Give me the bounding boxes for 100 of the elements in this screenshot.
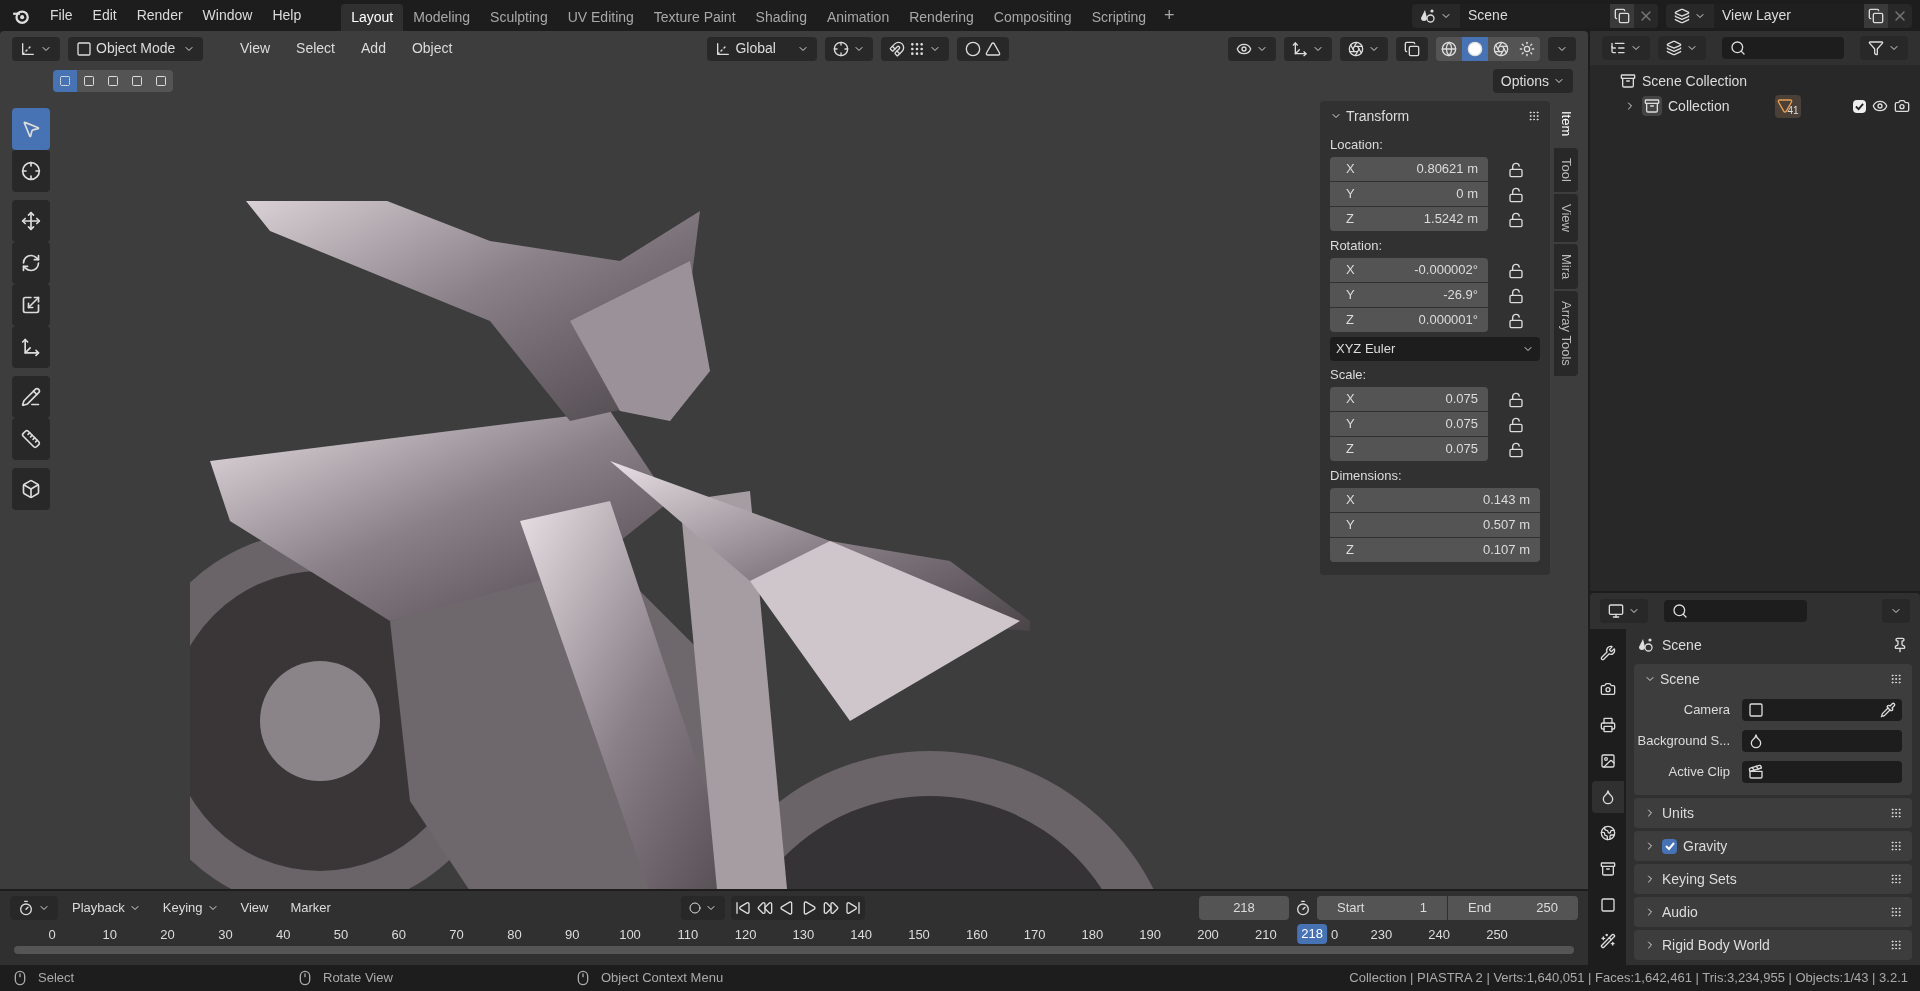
number-field[interactable]: Y 0.075 [1330,412,1488,436]
unlock-icon[interactable] [1508,287,1524,304]
object-field[interactable] [1742,729,1902,752]
timeline-menu[interactable]: Keying [154,895,227,920]
jump-end-icon[interactable] [844,899,861,916]
workspace-tab[interactable]: Compositing [983,4,1082,31]
sidebar-tab[interactable]: Array Tools [1554,291,1578,377]
number-field[interactable]: X 0.143 m [1330,488,1540,512]
editor-type-button[interactable] [1602,36,1650,60]
add-workspace-button[interactable]: + [1156,2,1183,29]
camera-icon[interactable] [1894,98,1910,114]
checkbox[interactable] [1853,99,1866,113]
filter-dropdown[interactable] [1860,36,1908,60]
viewport-menu[interactable]: View [231,36,280,61]
playhead[interactable]: 218 [1297,924,1327,944]
xray-button[interactable] [1396,36,1428,61]
workspace-tab[interactable]: Sculpting [480,4,558,31]
view-layer-selector[interactable]: View Layer [1666,3,1912,28]
editor-type-button[interactable] [1600,599,1648,623]
overlay-dropdown[interactable] [1340,36,1388,61]
sidebar-tab[interactable]: View [1554,194,1578,243]
workspace-tab[interactable]: Scripting [1081,4,1157,31]
workspace-tab[interactable]: Texture Paint [643,4,746,31]
checkbox[interactable] [1662,838,1677,854]
number-field[interactable]: X -0.000002° [1330,258,1488,282]
jump-start-icon[interactable] [734,899,751,916]
tool-button[interactable] [12,326,50,368]
pivot-dropdown[interactable] [825,36,874,61]
display-mode-dropdown[interactable] [1658,36,1706,60]
menu-item[interactable]: File [40,2,83,29]
tool-button[interactable] [12,200,50,242]
menu-item[interactable]: Edit [82,2,127,29]
copy-icon[interactable] [1868,7,1884,24]
collapsed-panel[interactable]: Keying Sets [1634,864,1912,894]
editor-type-button[interactable] [10,895,58,920]
collapsed-panel[interactable]: Gravity [1634,831,1912,861]
properties-tab[interactable] [1592,781,1624,813]
sidebar-tab[interactable]: Tool [1554,148,1578,193]
number-field[interactable]: Y 0.507 m [1330,513,1540,537]
shading-mode-button[interactable] [1462,36,1488,61]
tool-button[interactable] [12,150,50,192]
snap-dropdown[interactable] [881,36,950,61]
eye-icon[interactable] [1872,98,1888,114]
timeline-menu[interactable]: Playback [64,895,149,920]
unlock-icon[interactable] [1508,186,1524,203]
unlock-icon[interactable] [1508,211,1524,228]
workspace-tab[interactable]: Layout [341,4,404,31]
number-field[interactable]: Z 1.5242 m [1330,207,1488,231]
number-field[interactable]: Z 0.107 m [1330,538,1540,562]
start-frame-field[interactable]: Start 1 [1317,895,1447,920]
tool-button[interactable] [12,376,50,418]
play-reverse-icon[interactable] [778,899,795,916]
pin-icon[interactable] [1892,637,1908,653]
viewport-menu[interactable]: Select [287,36,344,61]
menu-item[interactable]: Render [126,2,193,29]
timeline-menu[interactable]: Marker [282,895,339,920]
object-field[interactable] [1742,760,1902,783]
workspace-tab[interactable]: Rendering [899,4,984,31]
options-button[interactable]: Options [1492,69,1573,93]
workspace-tab[interactable]: UV Editing [557,4,644,31]
workspace-tab[interactable]: Animation [816,4,900,31]
previous-keyframe-icon[interactable] [756,899,773,916]
unlock-icon[interactable] [1508,262,1524,279]
number-field[interactable]: Z 0.000001° [1330,308,1488,332]
next-keyframe-icon[interactable] [822,899,839,916]
menu-item[interactable]: Window [192,2,263,29]
mode-dropdown[interactable]: Object Mode [68,36,203,61]
unlock-icon[interactable] [1508,312,1524,329]
editor-type-button[interactable] [12,36,60,61]
tool-button[interactable] [12,418,50,460]
timer-icon[interactable] [1295,899,1311,916]
outliner-row[interactable]: Scene Collection [1590,69,1920,93]
visibility-dropdown[interactable] [1228,36,1276,61]
rotation-mode-dropdown[interactable]: XYZ Euler [1330,337,1540,361]
select-mode-button[interactable] [53,70,77,92]
number-field[interactable]: Z 0.075 [1330,437,1488,461]
viewport-menu[interactable]: Object [402,36,462,61]
shading-mode-button[interactable] [1436,36,1462,61]
timeline-menu[interactable]: View [232,895,277,920]
shading-mode-button[interactable] [1514,36,1540,61]
eyedropper-icon[interactable] [1880,701,1896,718]
workspace-tab[interactable]: Shading [745,4,817,31]
keyframe-record-button[interactable] [680,895,725,920]
current-frame-field[interactable]: 218 [1199,895,1289,920]
outliner-row[interactable]: Collection 41 [1590,93,1920,119]
workspace-tab[interactable]: Modeling [403,4,481,31]
unlock-icon[interactable] [1508,416,1524,433]
menu-item[interactable]: Help [262,2,312,29]
search-field[interactable] [1664,600,1807,622]
number-field[interactable]: Y -26.9° [1330,283,1488,307]
unlock-icon[interactable] [1508,441,1524,458]
number-field[interactable]: Y 0 m [1330,182,1488,206]
object-field[interactable] [1742,698,1902,721]
proportional-dropdown[interactable] [957,36,1010,61]
tool-button[interactable] [12,468,50,510]
collapsed-panel[interactable]: Rigid Body World [1634,930,1912,960]
unlock-icon[interactable] [1508,161,1524,178]
collapsed-panel[interactable]: Audio [1634,897,1912,927]
copy-icon[interactable] [1614,7,1630,24]
shading-mode-button[interactable] [1488,36,1514,61]
